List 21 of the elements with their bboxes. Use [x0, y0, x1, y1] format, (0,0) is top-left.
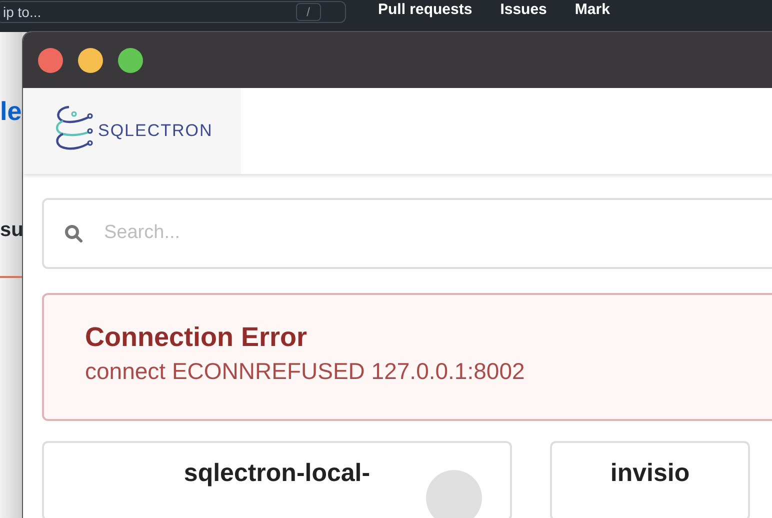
error-title: Connection Error — [85, 321, 308, 354]
server-card[interactable]: invisio — [550, 441, 750, 518]
zoom-button[interactable] — [118, 48, 143, 72]
page-text-fragment: su — [0, 220, 24, 240]
shortcut-key: / — [296, 3, 321, 21]
minimize-button[interactable] — [78, 48, 103, 72]
logo-text: SQLECTRON — [98, 120, 213, 142]
server-name: invisio — [610, 458, 690, 489]
search-text-input[interactable]: Search... — [104, 219, 772, 248]
nav-link[interactable]: Issues — [500, 1, 547, 19]
search-field[interactable]: ip to... / — [0, 1, 346, 23]
error-detail: connect ECONNREFUSED 127.0.0.1:8002 — [85, 357, 526, 386]
nav-link[interactable]: Mark — [574, 1, 610, 19]
nav-link[interactable]: Pull requests — [378, 1, 472, 19]
close-button[interactable] — [38, 48, 63, 72]
search-icon — [64, 224, 84, 244]
server-name: sqlectron-local- — [184, 458, 370, 489]
page-heading-fragment: le — [0, 98, 22, 124]
search-hint: ip to... — [3, 5, 42, 19]
search-input[interactable]: Search... — [42, 198, 772, 269]
server-card[interactable]: sqlectron-local- — [42, 441, 512, 518]
